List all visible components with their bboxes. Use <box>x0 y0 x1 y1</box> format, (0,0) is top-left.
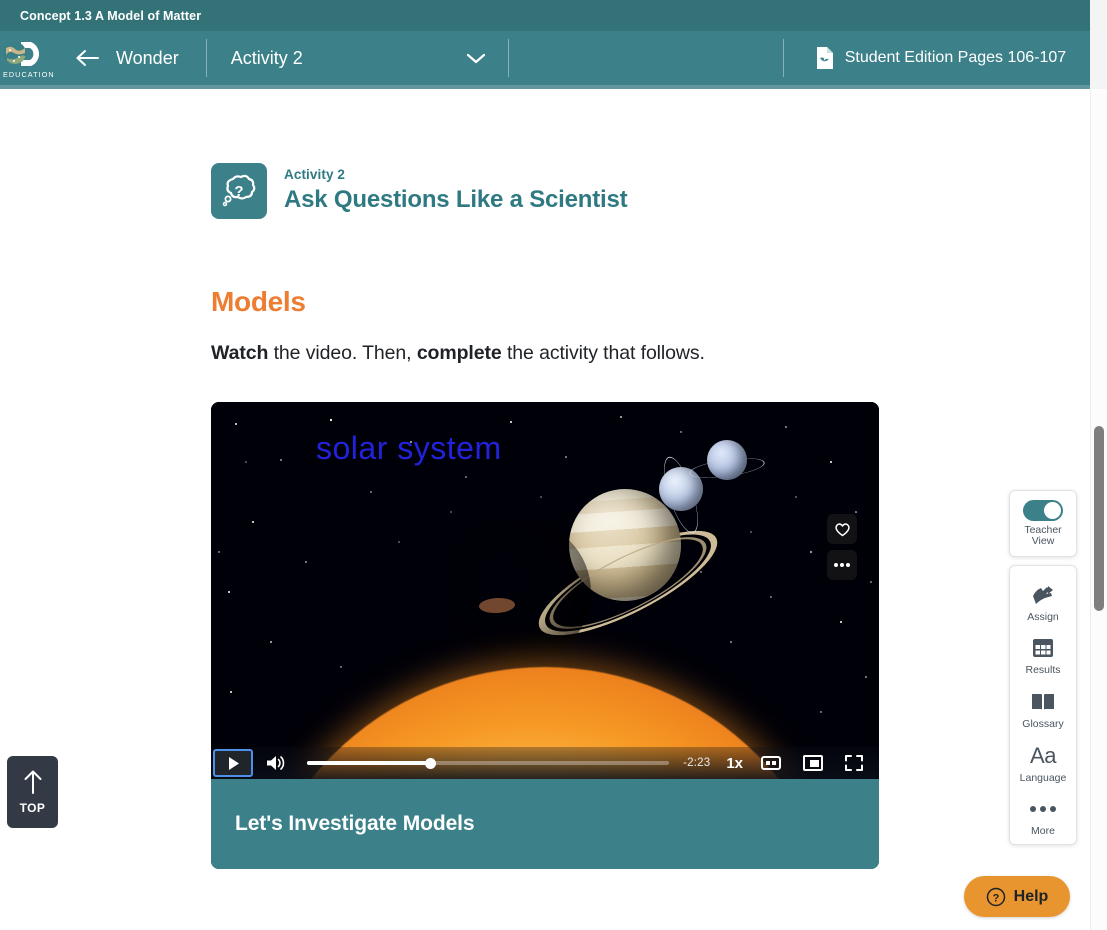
jupiter-planet <box>447 520 591 664</box>
heart-icon <box>834 523 850 537</box>
breadcrumb: Wonder <box>58 31 207 85</box>
main-content: ? Activity 2 Ask Questions Like a Scient… <box>0 89 1090 930</box>
back-button[interactable] <box>58 48 116 68</box>
activity-eyebrow: Activity 2 <box>284 167 346 182</box>
instruction-bold-watch: Watch <box>211 342 269 364</box>
back-to-top-button[interactable]: TOP <box>7 756 58 828</box>
play-icon <box>228 756 239 770</box>
video-controls: -2:23 1x <box>211 747 879 779</box>
progress-bar[interactable] <box>307 757 670 769</box>
discovery-education-logo[interactable]: EDUCATION <box>0 31 58 85</box>
video-more-button[interactable] <box>827 550 857 580</box>
neptune-planet <box>707 440 747 480</box>
teacher-view-card[interactable]: Teacher View <box>1009 490 1077 557</box>
tool-label-glossary: Glossary <box>1022 717 1064 730</box>
section-instruction: Watch the video. Then, complete the acti… <box>211 342 705 365</box>
aa-text-icon: Aa <box>1030 742 1056 768</box>
concept-bar: Concept 1.3 A Model of Matter <box>0 0 1090 31</box>
progress-filled <box>307 761 431 765</box>
concept-title: Concept 1.3 A Model of Matter <box>20 8 202 23</box>
assign-hand-icon <box>1030 583 1056 607</box>
page-root: Concept 1.3 A Model of Matter EDUCATION … <box>0 0 1107 930</box>
play-button[interactable] <box>213 749 253 777</box>
tool-results[interactable]: Results <box>1010 630 1076 684</box>
results-grid-icon <box>1031 636 1055 660</box>
closed-captions-button[interactable] <box>761 756 781 770</box>
activity-header: ? Activity 2 Ask Questions Like a Scient… <box>211 163 628 219</box>
time-remaining: -2:23 <box>683 757 711 769</box>
activity-select[interactable]: Activity 2 <box>207 31 509 85</box>
vertical-scrollbar-track[interactable] <box>1090 89 1107 930</box>
breadcrumb-label-wonder[interactable]: Wonder <box>116 48 207 69</box>
activity-select-value: Activity 2 <box>230 47 303 68</box>
student-edition-link[interactable]: Student Edition Pages 106-107 <box>784 31 1090 85</box>
picture-in-picture-button[interactable] <box>803 755 823 771</box>
page-title: Ask Questions Like a Scientist <box>284 186 628 213</box>
cc-dot-left <box>766 761 770 765</box>
question-circle-icon: ? <box>986 887 1005 906</box>
tool-label-language: Language <box>1019 771 1067 784</box>
back-to-top-label: TOP <box>19 801 46 815</box>
teacher-view-label-line2: View <box>1031 535 1055 547</box>
arrow-left-icon <box>76 50 99 66</box>
tool-more[interactable]: More <box>1010 790 1076 844</box>
svg-text:EDUCATION: EDUCATION <box>3 70 55 79</box>
arrow-up-icon <box>24 770 41 794</box>
ellipsis-icon <box>834 563 850 567</box>
student-edition-label: Student Edition Pages 106-107 <box>844 49 1067 66</box>
tool-label-assign: Assign <box>1027 610 1059 623</box>
tool-rail: Assign Results Glossary Aa Language More <box>1009 565 1077 845</box>
pdf-document-icon <box>816 47 833 69</box>
chevron-down-icon <box>466 53 485 64</box>
favorite-button[interactable] <box>827 514 857 544</box>
tool-assign[interactable]: Assign <box>1010 576 1076 630</box>
ellipsis-icon <box>1030 797 1056 821</box>
tool-language[interactable]: Aa Language <box>1010 737 1076 791</box>
app-header: EDUCATION Wonder Activity 2 Student Edit… <box>0 31 1090 85</box>
instruction-suffix: the activity that follows. <box>501 342 705 364</box>
book-icon <box>1030 690 1056 714</box>
cc-dot-right <box>772 761 776 765</box>
playback-speed-button[interactable]: 1x <box>726 755 743 772</box>
video-title: Let's Investigate Models <box>235 812 475 835</box>
video-caption-bar: Let's Investigate Models <box>211 779 879 869</box>
video-overlay-title: solar system <box>316 430 502 466</box>
tool-glossary[interactable]: Glossary <box>1010 683 1076 737</box>
fullscreen-icon <box>845 755 863 771</box>
help-button[interactable]: ? Help <box>964 876 1070 917</box>
header-spacer <box>509 31 784 85</box>
tool-label-results: Results <box>1025 664 1061 677</box>
video-stage[interactable]: solar system <box>211 402 879 779</box>
vertical-scrollbar-thumb[interactable] <box>1094 426 1104 611</box>
section-heading: Models <box>211 286 306 317</box>
tool-label-more: More <box>1031 825 1055 838</box>
fullscreen-button[interactable] <box>845 755 863 771</box>
svg-text:?: ? <box>234 183 243 200</box>
video-card: solar system -2:23 1x Let's Investigate … <box>211 402 879 869</box>
svg-text:?: ? <box>992 892 999 904</box>
help-label: Help <box>1013 887 1049 905</box>
instruction-middle: the video. Then, <box>268 342 417 364</box>
progress-handle[interactable] <box>425 757 437 769</box>
teacher-view-label-line1: Teacher <box>1024 523 1062 536</box>
volume-button[interactable] <box>259 749 293 777</box>
page-right-edge <box>1090 0 1107 89</box>
volume-icon <box>267 756 285 770</box>
thought-bubble-question-icon: ? <box>211 163 267 219</box>
teacher-view-toggle[interactable] <box>1023 499 1063 521</box>
instruction-bold-complete: complete <box>416 342 502 364</box>
